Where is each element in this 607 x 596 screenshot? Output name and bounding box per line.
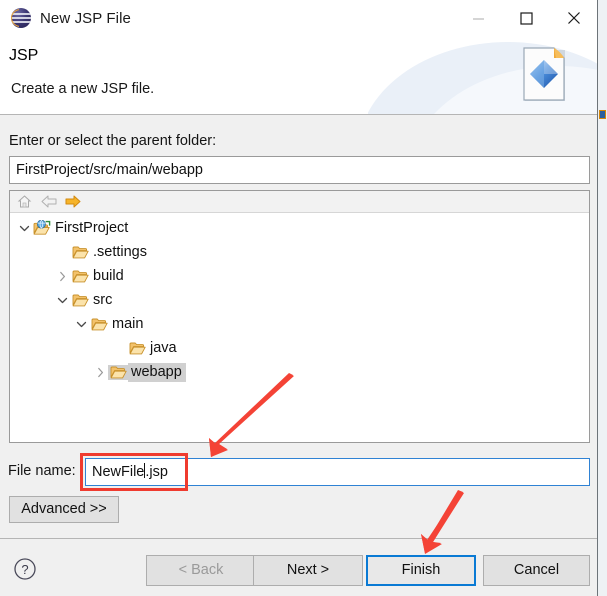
title-bar: New JSP File [0,0,597,36]
background-window-marker [599,110,606,119]
back-button[interactable]: < Back [146,555,256,586]
tree-toolbar [10,191,589,213]
tree-node-label: webapp [128,362,186,382]
maximize-icon[interactable] [502,0,550,36]
folder-tree[interactable]: FirstProject .settings build src main java web… [9,190,590,443]
jsp-file-icon [518,44,572,106]
chevron-down-icon[interactable] [73,320,89,329]
page-title: JSP [9,47,39,64]
advanced-button[interactable]: Advanced >> [9,496,119,523]
parent-folder-label: Enter or select the parent folder: [9,133,217,149]
minimize-icon[interactable] [454,0,502,36]
tree-node-settings[interactable]: .settings [10,240,589,264]
window-title: New JSP File [40,9,131,27]
folder-icon [127,341,147,356]
help-question-icon[interactable]: ? [13,557,37,581]
tree-node-list: FirstProject .settings build src main java web… [10,213,589,384]
tree-node-label: .settings [93,243,147,260]
tree-node-label: main [112,315,144,332]
new-jsp-file-dialog: New JSP File JSP Create a new JSP file. [0,0,598,596]
file-name-value-after-caret: .jsp [145,464,168,480]
home-icon[interactable] [15,193,34,211]
chevron-right-icon[interactable] [54,271,70,282]
folder-icon [108,364,128,380]
tree-node-src[interactable]: src [10,288,589,312]
svg-text:?: ? [21,562,28,577]
tree-node-main[interactable]: main [10,312,589,336]
screenshot-root: New JSP File JSP Create a new JSP file. [0,0,607,596]
file-name-input[interactable]: NewFile.jsp [85,458,590,486]
close-icon[interactable] [550,0,597,36]
parent-folder-input[interactable]: FirstProject/src/main/webapp [9,156,590,184]
next-button[interactable]: Next > [253,555,363,586]
forward-arrow-icon[interactable] [63,193,82,211]
folder-icon [70,269,90,284]
tree-node-label: FirstProject [55,219,129,236]
chevron-down-icon[interactable] [54,296,70,305]
background-window [597,0,607,596]
chevron-down-icon[interactable] [16,224,32,233]
finish-button[interactable]: Finish [366,555,476,586]
project-folder-icon [32,220,52,236]
chevron-right-icon[interactable] [92,367,108,378]
tree-node-label: java [150,339,177,356]
page-description: Create a new JSP file. [11,81,155,97]
folder-icon [70,293,90,308]
file-name-label: File name: [8,463,76,479]
folder-icon [89,317,109,332]
back-arrow-icon[interactable] [39,193,58,211]
file-name-value-before-caret: NewFile [92,464,145,480]
window-controls [454,0,597,36]
cancel-button[interactable]: Cancel [483,555,590,586]
tree-node-label: src [93,291,113,308]
tree-node-build[interactable]: build [10,264,589,288]
tree-node-webapp[interactable]: webapp [10,360,589,384]
eclipse-logo-icon [11,8,31,28]
tree-node-firstproject[interactable]: FirstProject [10,216,589,240]
folder-icon [70,245,90,260]
tree-node-label: build [93,267,124,284]
footer-separator [0,538,597,539]
tree-node-java[interactable]: java [10,336,589,360]
dialog-header: JSP Create a new JSP file. [0,36,597,115]
